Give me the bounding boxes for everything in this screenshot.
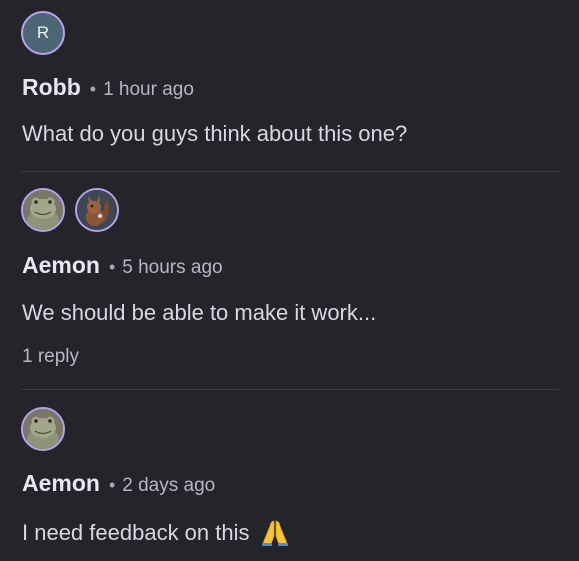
folded-hands-icon — [261, 520, 288, 546]
meta-separator: • — [108, 475, 116, 495]
author-name[interactable]: Aemon — [22, 252, 100, 279]
author-name[interactable]: Robb — [22, 74, 81, 101]
timestamp: 5 hours ago — [122, 257, 223, 278]
frog-avatar-icon — [23, 409, 63, 449]
meta-separator: • — [108, 257, 116, 277]
comment-text: We should be able to make it work... — [22, 300, 377, 325]
comment-thread: R Robb • 1 hour ago What do you guys thi… — [0, 0, 579, 561]
author-name[interactable]: Aemon — [22, 470, 100, 497]
comment: Aemon • 5 hours ago We should be able to… — [0, 172, 579, 390]
meta-separator: • — [89, 79, 97, 99]
replies-link[interactable]: 1 reply — [22, 346, 79, 368]
comment-text: I need feedback on this — [22, 517, 290, 547]
comment-meta: Aemon • 2 days ago — [22, 470, 215, 497]
squirrel-avatar-icon — [77, 190, 117, 230]
avatar-group — [21, 188, 119, 232]
avatar-initial: R — [36, 23, 50, 42]
avatar[interactable]: R — [21, 11, 65, 55]
avatar-group — [21, 407, 65, 451]
avatar[interactable] — [21, 188, 65, 232]
comment-text-content: I need feedback on this — [22, 520, 250, 545]
comment-text: What do you guys think about this one? — [22, 121, 408, 146]
comment-meta: Robb • 1 hour ago — [22, 74, 194, 101]
comment: R Robb • 1 hour ago What do you guys thi… — [0, 0, 579, 172]
timestamp: 1 hour ago — [103, 79, 194, 100]
comment-meta: Aemon • 5 hours ago — [22, 252, 223, 279]
comment: Aemon • 2 days ago I need feedback on th… — [0, 390, 579, 561]
avatar[interactable] — [21, 407, 65, 451]
frog-avatar-icon — [23, 190, 63, 230]
avatar[interactable] — [75, 188, 119, 232]
avatar-group: R — [21, 11, 65, 55]
timestamp: 2 days ago — [122, 475, 216, 496]
